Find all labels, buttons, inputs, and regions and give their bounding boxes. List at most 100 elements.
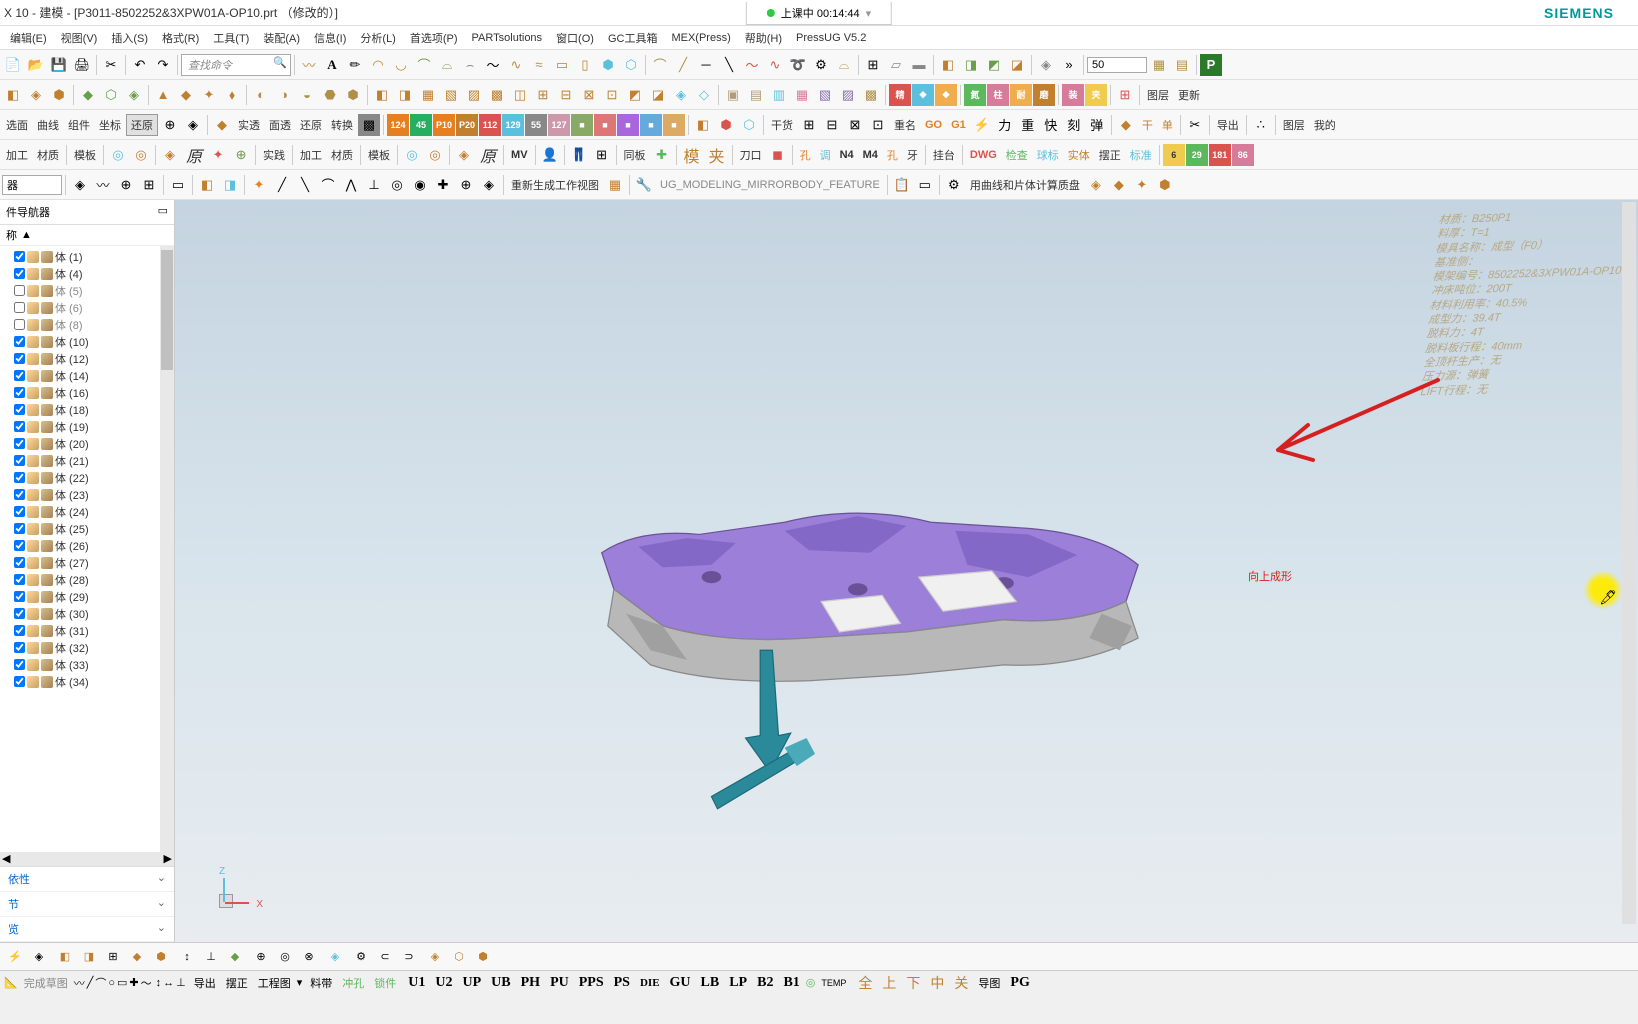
t5-3[interactable]: ⊕: [115, 174, 137, 196]
tree-checkbox[interactable]: [14, 455, 25, 466]
t4-m4[interactable]: M4: [859, 147, 882, 163]
tree-checkbox[interactable]: [14, 353, 25, 364]
t5-15[interactable]: ◉: [409, 174, 431, 196]
t3-c10[interactable]: ■: [594, 114, 616, 136]
update-btn[interactable]: 更新: [1174, 85, 1204, 105]
nav-tree[interactable]: 体 (1) 体 (4) 体 (5) 体 (6) 体 (8) 体 (10) 体 (…: [0, 246, 160, 852]
sb-12[interactable]: ▾: [297, 976, 303, 989]
menu-PressUG V5.2[interactable]: PressUG V5.2: [790, 30, 872, 46]
selector-combo[interactable]: 器: [2, 175, 62, 195]
t5-11[interactable]: ⌒: [317, 174, 339, 196]
sb-b1[interactable]: B1: [779, 975, 803, 991]
t3-16[interactable]: ⬡: [738, 114, 760, 136]
t4-22[interactable]: ◼: [767, 144, 789, 166]
triad-icon[interactable]: Z X: [205, 872, 255, 922]
tree-item[interactable]: 体 (29): [0, 588, 160, 605]
t3-33[interactable]: 导出: [1213, 115, 1243, 135]
t3-14[interactable]: ◧: [692, 114, 714, 136]
t5-9[interactable]: ╱: [271, 174, 293, 196]
tree-item[interactable]: 体 (14): [0, 367, 160, 384]
bt-2[interactable]: ◈: [28, 946, 50, 968]
t2-20[interactable]: ▨: [463, 84, 485, 106]
tree-item[interactable]: 体 (25): [0, 520, 160, 537]
sort-icon[interactable]: ▲: [21, 229, 32, 241]
t2-red[interactable]: 精: [889, 84, 911, 106]
t5-19[interactable]: ▦: [604, 174, 626, 196]
t5-4[interactable]: ⊞: [138, 174, 160, 196]
sb-5[interactable]: ○: [108, 977, 115, 989]
t3-28[interactable]: 弹: [1086, 114, 1108, 136]
t5-17[interactable]: ⊕: [455, 174, 477, 196]
t4-9[interactable]: 实践: [259, 145, 289, 165]
t2-2[interactable]: ◈: [25, 84, 47, 106]
print-icon[interactable]: 🖨: [71, 54, 93, 76]
tree-item[interactable]: 体 (21): [0, 452, 160, 469]
sb-pg[interactable]: PG: [1006, 975, 1033, 991]
t3-9[interactable]: 实透: [234, 115, 264, 135]
sb-strip[interactable]: 料带: [306, 973, 336, 993]
tree-checkbox[interactable]: [14, 302, 25, 313]
tree-item[interactable]: 体 (32): [0, 639, 160, 656]
tree-item[interactable]: 体 (33): [0, 656, 160, 673]
t3-c13[interactable]: ■: [663, 114, 685, 136]
tree-checkbox[interactable]: [14, 268, 25, 279]
t4-solid[interactable]: 实体: [1064, 145, 1094, 165]
t2-19[interactable]: ▧: [440, 84, 462, 106]
sb-4[interactable]: ⌒: [95, 975, 106, 991]
bt-13[interactable]: ⊗: [298, 946, 320, 968]
t5-27[interactable]: ⬢: [1154, 174, 1176, 196]
t5-8[interactable]: ✦: [248, 174, 270, 196]
menu-信息I[interactable]: 信息(I): [308, 28, 352, 48]
t3-13[interactable]: ▩: [358, 114, 380, 136]
t3-c4[interactable]: P20: [456, 114, 478, 136]
t4-12[interactable]: 模板: [364, 145, 394, 165]
curve5-icon[interactable]: ∿: [764, 54, 786, 76]
sb-ub[interactable]: UB: [487, 975, 514, 991]
bt-8[interactable]: ↕: [176, 946, 198, 968]
tree-checkbox[interactable]: [14, 608, 25, 619]
sb-up2[interactable]: 上: [878, 971, 900, 995]
t3-11[interactable]: 还原: [296, 115, 326, 135]
t3-36[interactable]: 我的: [1310, 115, 1340, 135]
grid2-icon[interactable]: ▦: [1148, 54, 1170, 76]
text-icon[interactable]: A: [321, 54, 343, 76]
tree-checkbox[interactable]: [14, 285, 25, 296]
t3-c11[interactable]: ■: [617, 114, 639, 136]
spline-icon[interactable]: ✏: [344, 54, 366, 76]
tree-item[interactable]: 体 (1): [0, 248, 160, 265]
tree-checkbox[interactable]: [14, 625, 25, 636]
t2-orange[interactable]: ◆: [935, 84, 957, 106]
t3-c2[interactable]: 45: [410, 114, 432, 136]
t2-13[interactable]: ◒: [296, 84, 318, 106]
t5-12[interactable]: ⋀: [340, 174, 362, 196]
tree-checkbox[interactable]: [14, 591, 25, 602]
t2-pink2[interactable]: 装: [1062, 84, 1084, 106]
sheet-icon[interactable]: ▱: [885, 54, 907, 76]
bt-16[interactable]: ⊂: [374, 946, 396, 968]
tree-item[interactable]: 体 (18): [0, 401, 160, 418]
sb-3[interactable]: ╱: [87, 976, 94, 989]
t2-4[interactable]: ◆: [77, 84, 99, 106]
t3-c7[interactable]: 55: [525, 114, 547, 136]
sb-11[interactable]: ⊥: [176, 976, 186, 989]
bridge-icon[interactable]: 〜: [482, 54, 504, 76]
sb-dn[interactable]: 下: [902, 971, 924, 995]
redo-icon[interactable]: ↷: [152, 54, 174, 76]
sb-up[interactable]: UP: [458, 975, 485, 991]
t4-std[interactable]: 标准: [1126, 145, 1156, 165]
t2-15[interactable]: ⬢: [342, 84, 364, 106]
t5-regen[interactable]: 重新生成工作视图: [507, 177, 603, 193]
t4-7[interactable]: ✦: [207, 144, 229, 166]
tree-item[interactable]: 体 (6): [0, 299, 160, 316]
sb-all[interactable]: 全: [854, 971, 876, 995]
t3-c6[interactable]: 129: [502, 114, 524, 136]
tree-item[interactable]: 体 (34): [0, 673, 160, 690]
t3-19[interactable]: ⊟: [821, 114, 843, 136]
new-icon[interactable]: 📄: [2, 54, 24, 76]
bt-6[interactable]: ◆: [126, 946, 148, 968]
t5-5[interactable]: ▭: [167, 174, 189, 196]
t5-18[interactable]: ◈: [478, 174, 500, 196]
t3-25[interactable]: 重: [1017, 114, 1039, 136]
t4-tiao[interactable]: 调: [816, 145, 835, 165]
t2-30[interactable]: ◇: [693, 84, 715, 106]
